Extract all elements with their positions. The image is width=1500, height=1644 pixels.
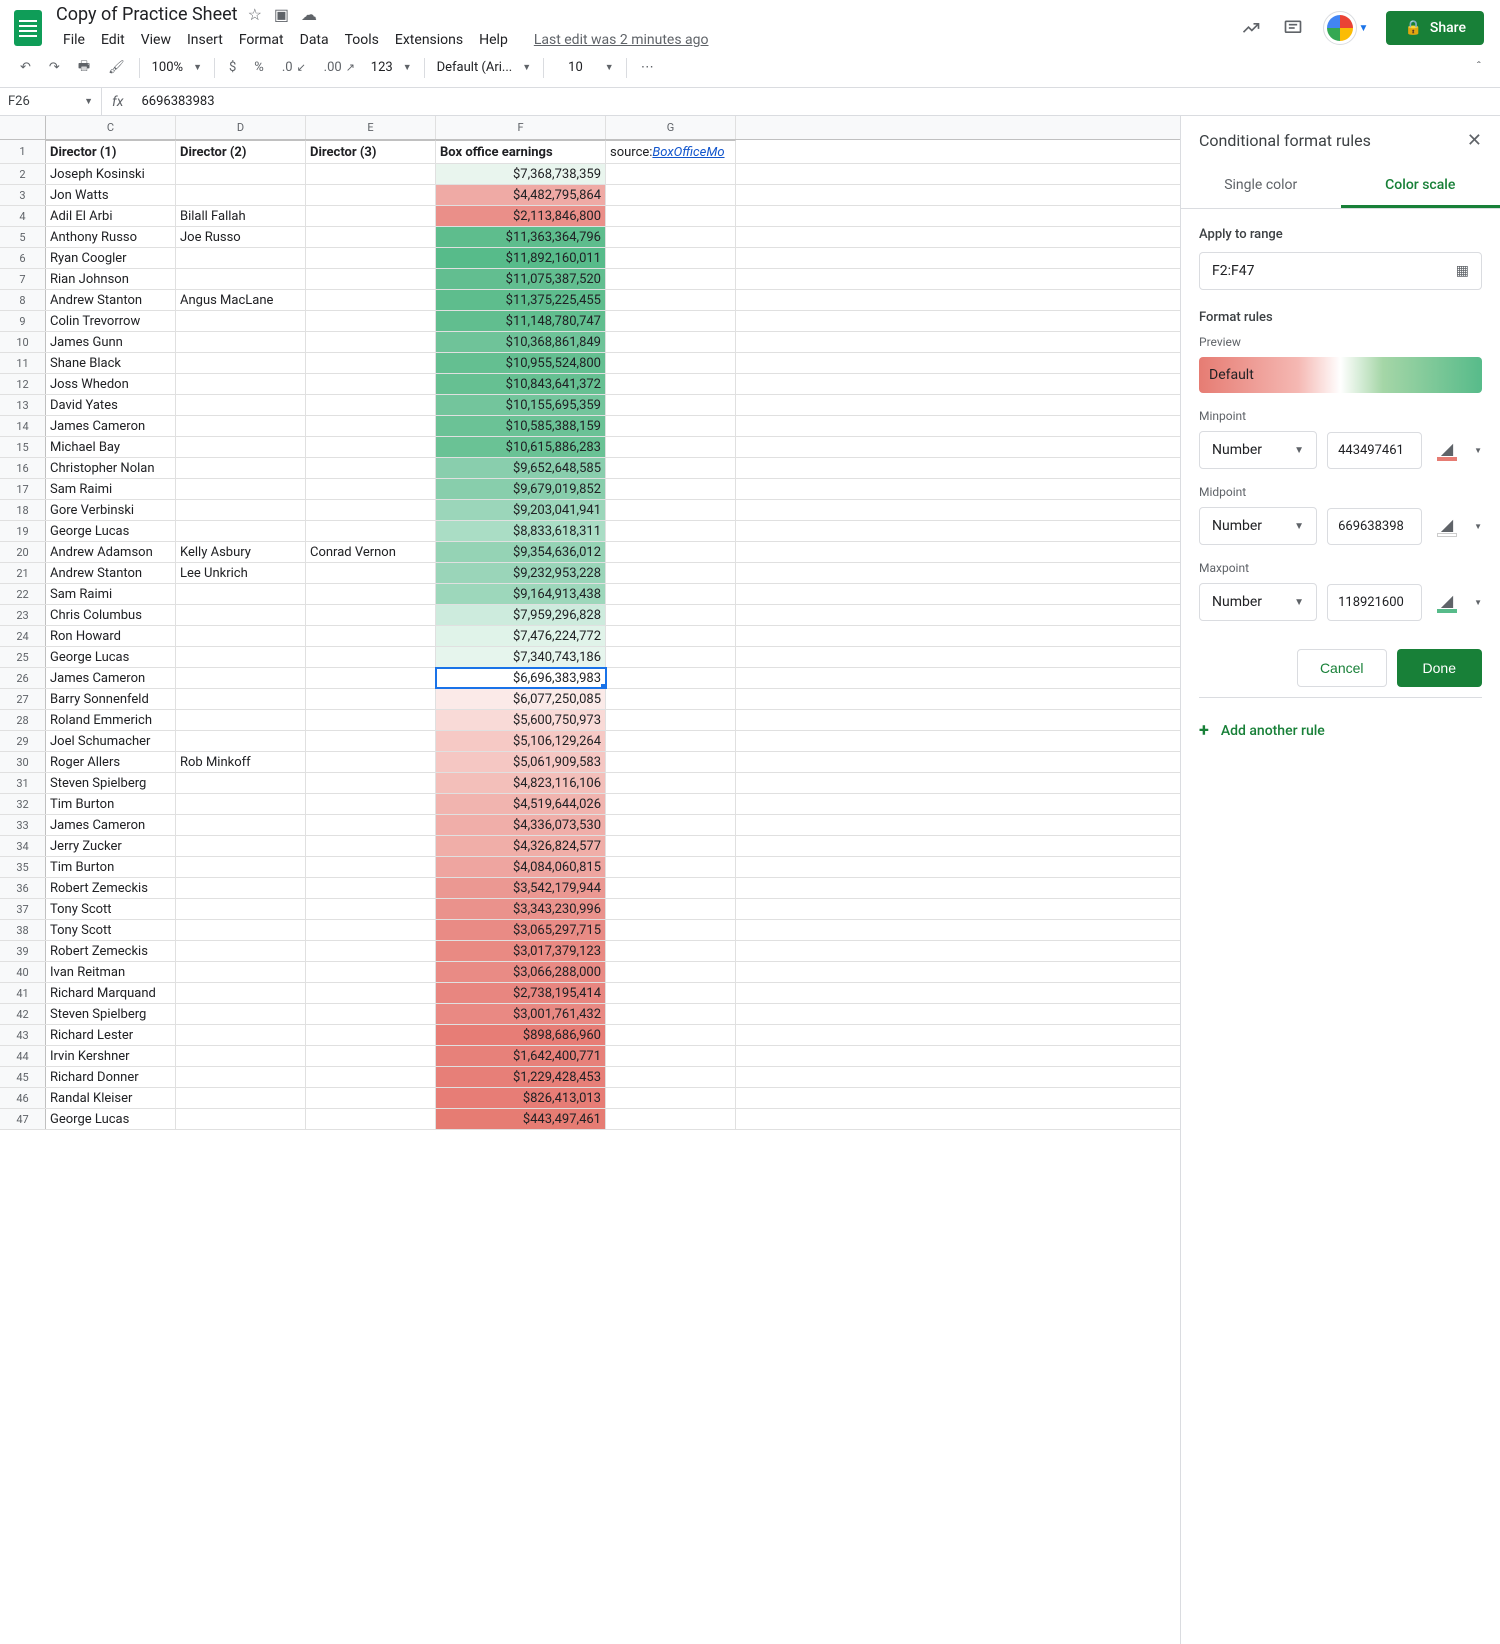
preview-label: Preview <box>1199 335 1482 349</box>
paint-format-button[interactable]: 🖌 <box>100 54 133 81</box>
maxpoint-type-select[interactable]: Number▼ <box>1199 583 1317 621</box>
last-edit-link[interactable]: Last edit was 2 minutes ago <box>527 28 716 52</box>
currency-button[interactable]: $ <box>221 54 244 81</box>
undo-button[interactable]: ↶ <box>12 54 39 81</box>
minpoint-type-select[interactable]: Number▼ <box>1199 431 1317 469</box>
font-dropdown[interactable]: Default (Ari...▼ <box>431 56 538 79</box>
menu-file[interactable]: File <box>56 28 92 52</box>
midpoint-type-select[interactable]: Number▼ <box>1199 507 1317 545</box>
menu-extensions[interactable]: Extensions <box>388 28 470 52</box>
comment-icon[interactable] <box>1281 16 1305 40</box>
apply-range-label: Apply to range <box>1199 227 1482 242</box>
preview-strip[interactable]: Default <box>1199 357 1482 393</box>
cancel-button[interactable]: Cancel <box>1297 649 1387 687</box>
midpoint-value-input[interactable]: 669638398 <box>1327 508 1422 545</box>
meet-dropdown[interactable]: ▼ <box>1359 23 1369 34</box>
select-range-icon[interactable]: ▦ <box>1456 263 1469 279</box>
print-button[interactable]: 🖶 <box>70 51 98 85</box>
conditional-format-panel: Conditional format rules ✕ Single color … <box>1180 116 1500 1644</box>
lock-icon: 🔒 <box>1404 20 1421 36</box>
format-dropdown[interactable]: 123▼ <box>365 56 418 79</box>
redo-button[interactable]: ↷ <box>41 54 68 81</box>
add-rule-button[interactable]: + Add another rule <box>1199 714 1482 747</box>
trend-icon[interactable] <box>1239 16 1263 40</box>
panel-title: Conditional format rules <box>1199 131 1371 150</box>
menu-format[interactable]: Format <box>232 28 291 52</box>
format-rules-label: Format rules <box>1199 310 1482 325</box>
minpoint-label: Minpoint <box>1199 409 1482 423</box>
maxpoint-value-input[interactable]: 118921600 <box>1327 584 1422 621</box>
menu-view[interactable]: View <box>134 28 178 52</box>
menu-help[interactable]: Help <box>472 28 515 52</box>
spreadsheet-grid[interactable]: CDEFG 1Director (1)Director (2)Director … <box>0 116 1180 1644</box>
title-bar: Copy of Practice Sheet ☆ ▣ ☁ File Edit V… <box>0 0 1500 48</box>
star-icon[interactable]: ☆ <box>248 5 262 24</box>
tab-color-scale[interactable]: Color scale <box>1341 165 1500 208</box>
formula-bar: F26▼ fx 6696383983 <box>0 88 1500 116</box>
sheets-logo[interactable] <box>8 8 48 48</box>
toolbar: ↶ ↷ 🖶 🖌 100%▼ $ % .0↙ .00↗ 123▼ Default … <box>0 48 1500 88</box>
minpoint-value-input[interactable]: 443497461 <box>1327 432 1422 469</box>
range-input[interactable]: F2:F47 ▦ <box>1199 252 1482 290</box>
formula-input[interactable]: 6696383983 <box>133 94 222 109</box>
name-box[interactable]: F26▼ <box>0 88 102 115</box>
share-button[interactable]: 🔒 Share <box>1386 11 1484 45</box>
zoom-dropdown[interactable]: 100%▼ <box>146 56 208 79</box>
midpoint-color-picker[interactable]: ◢ <box>1432 515 1462 537</box>
close-icon[interactable]: ✕ <box>1467 130 1482 151</box>
more-formatting-button[interactable]: ⋯ <box>633 54 662 81</box>
meet-icon[interactable] <box>1323 11 1357 45</box>
midpoint-label: Midpoint <box>1199 485 1482 499</box>
move-icon[interactable]: ▣ <box>274 5 289 24</box>
fx-icon: fx <box>102 94 133 110</box>
plus-icon: + <box>1199 720 1209 741</box>
doc-title[interactable]: Copy of Practice Sheet <box>56 4 238 25</box>
menu-data[interactable]: Data <box>293 28 336 52</box>
fontsize-dropdown[interactable]: 10▼ <box>550 56 620 79</box>
cloud-icon[interactable]: ☁ <box>301 5 317 24</box>
done-button[interactable]: Done <box>1397 649 1482 687</box>
minpoint-color-picker[interactable]: ◢ <box>1432 439 1462 461</box>
maxpoint-label: Maxpoint <box>1199 561 1482 575</box>
decrease-decimal-button[interactable]: .0↙ <box>274 54 314 81</box>
menu-bar: File Edit View Insert Format Data Tools … <box>56 28 1239 52</box>
tab-single-color[interactable]: Single color <box>1181 165 1341 208</box>
percent-button[interactable]: % <box>246 54 272 81</box>
menu-insert[interactable]: Insert <box>180 28 230 52</box>
menu-tools[interactable]: Tools <box>338 28 386 52</box>
increase-decimal-button[interactable]: .00↗ <box>316 54 363 81</box>
menu-edit[interactable]: Edit <box>94 28 132 52</box>
collapse-toolbar-button[interactable]: ˆ <box>1470 54 1488 81</box>
maxpoint-color-picker[interactable]: ◢ <box>1432 591 1462 613</box>
